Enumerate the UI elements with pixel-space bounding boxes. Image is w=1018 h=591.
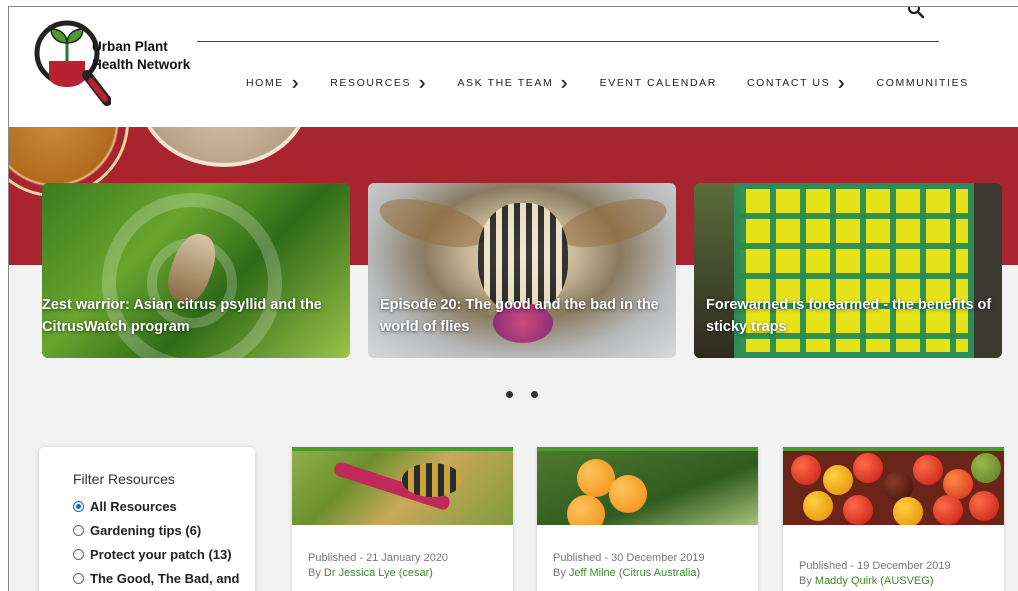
header-divider [197,41,939,42]
nav-event-calendar-label: EVENT CALENDAR [599,77,717,89]
slide-title[interactable]: Zest warrior: Asian citrus psyllid and t… [42,294,350,338]
carousel-slide[interactable]: Forewarned is forearmed - the benefits o… [694,183,1002,358]
resource-card[interactable]: Published - 21 January 2020 By Dr Jessic… [292,447,513,591]
carousel-dots [506,391,556,398]
card-published-date: Published - 21 January 2020 [308,552,449,564]
card-image-detail [913,455,943,485]
radio-icon[interactable] [73,573,84,584]
card-image-detail [843,495,873,525]
nav-communities[interactable]: COMMUNITIES [877,77,969,89]
card-by-label: By [553,567,569,579]
hero-image-circle [139,127,309,167]
card-image-detail [969,491,999,521]
chevron-down-icon: ❯ [290,78,302,88]
card-image-detail [893,497,923,525]
card-image-detail [823,465,853,495]
nav-home[interactable]: HOME ❯ [246,77,300,89]
slide-image [554,189,672,257]
nav-communities-label: COMMUNITIES [876,77,969,89]
brand-name[interactable]: Urban Plant Health Network [92,38,212,74]
card-author-link[interactable]: Dr Jessica Lye (cesar) [324,567,433,579]
card-meta: Published - 30 December 2019 By Jeff Mil… [537,551,758,581]
card-published-date: Published - 30 December 2019 [553,552,705,564]
card-image-detail [567,495,605,525]
nav-home-label: HOME [246,77,284,89]
filter-option-label: The Good, The Bad, and [90,571,240,586]
card-image[interactable] [537,451,758,525]
card-image[interactable] [292,451,513,525]
search-icon[interactable] [907,6,925,19]
resource-card[interactable]: Published - 19 December 2019 By Maddy Qu… [783,447,1004,591]
chevron-down-icon: ❯ [560,78,571,88]
card-by-label: By [308,567,324,579]
carousel-dot[interactable] [506,391,513,398]
card-published-date: Published - 19 December 2019 [799,560,951,572]
carousel-slide[interactable]: Episode 20: The good and the bad in the … [368,183,676,358]
page-frame: Urban Plant Health Network HOME ❯ RESOURC… [8,6,1018,591]
nav-resources[interactable]: RESOURCES ❯ [330,77,427,89]
brand-name-line2: Health Network [92,57,191,72]
brand-name-line1: Urban Plant [92,39,168,54]
nav-contact-us-label: CONTACT US [746,77,831,89]
card-image[interactable] [783,451,1004,525]
filter-option-label: Gardening tips (6) [90,523,202,538]
card-image-detail [402,463,462,497]
site-header: Urban Plant Health Network HOME ❯ RESOURC… [9,7,1018,127]
nav-ask-the-team-label: ASK THE TEAM [457,77,554,89]
slide-title[interactable]: Forewarned is forearmed - the benefits o… [694,294,1002,338]
filter-option-all-resources[interactable]: All Resources [73,499,255,514]
card-image-detail [933,495,963,525]
card-meta: Published - 21 January 2020 By Dr Jessic… [292,551,513,581]
card-by-label: By [799,575,815,587]
filter-panel: Filter Resources All Resources Gardening… [39,447,255,591]
nav-event-calendar[interactable]: EVENT CALENDAR [600,77,717,89]
nav-resources-label: RESOURCES [330,77,412,89]
filter-option-good-bad[interactable]: The Good, The Bad, and [73,571,255,586]
carousel-dot[interactable] [531,391,538,398]
filter-option-label: Protect your patch (13) [90,547,232,562]
filter-title: Filter Resources [73,471,175,487]
card-author-link[interactable]: Maddy Quirk (AUSVEG) [815,575,934,587]
filter-option-gardening-tips[interactable]: Gardening tips (6) [73,523,255,538]
card-meta: Published - 19 December 2019 By Maddy Qu… [783,559,1004,589]
filter-option-label: All Resources [90,499,177,514]
nav-contact-us[interactable]: CONTACT US ❯ [747,77,847,89]
radio-icon[interactable] [73,525,84,536]
carousel-slide[interactable]: Zest warrior: Asian citrus psyllid and t… [42,183,350,358]
card-image-detail [609,475,647,513]
card-image-detail [791,455,821,485]
card-image-detail [853,453,883,483]
radio-checked-icon[interactable] [73,501,84,512]
resource-card[interactable]: Published - 30 December 2019 By Jeff Mil… [537,447,758,591]
chevron-down-icon: ❯ [417,78,429,88]
filter-option-protect-your-patch[interactable]: Protect your patch (13) [73,547,255,562]
card-image-detail [971,453,1001,483]
chevron-down-icon: ❯ [836,78,848,88]
radio-icon[interactable] [73,549,84,560]
slide-title[interactable]: Episode 20: The good and the bad in the … [368,294,676,338]
main-nav: HOME ❯ RESOURCES ❯ ASK THE TEAM ❯ EVENT CAL… [246,77,999,89]
card-author-link[interactable]: Jeff Milne (Citrus Australia) [569,567,700,579]
slide-image [374,189,492,257]
nav-ask-the-team[interactable]: ASK THE TEAM ❯ [457,77,569,89]
card-image-detail [803,491,833,521]
